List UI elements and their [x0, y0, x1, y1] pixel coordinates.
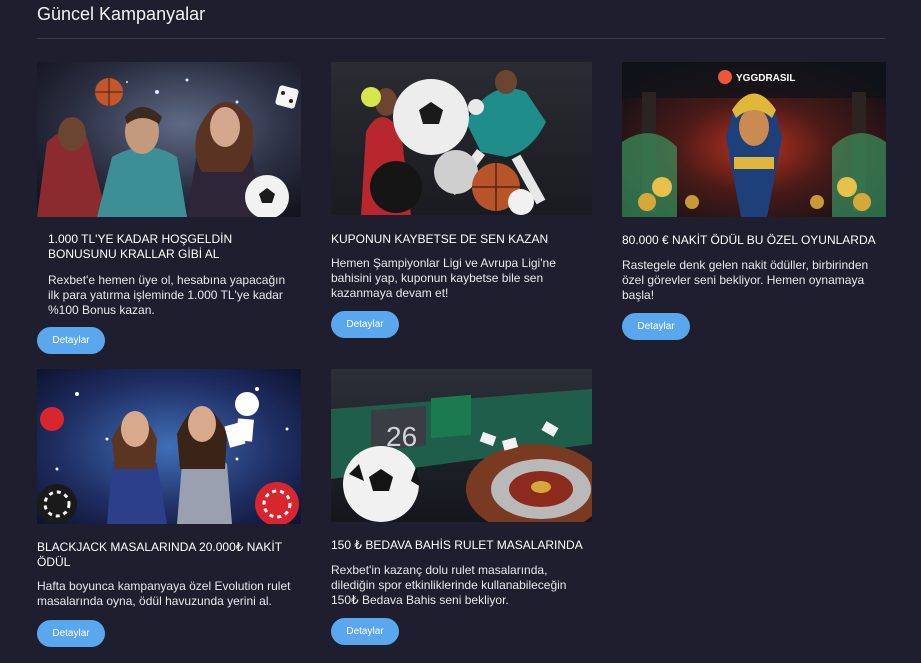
- promo-card-roulette: 26 150 ₺ BEDAVA BAHİS RULET MASALARINDA …: [331, 369, 592, 659]
- details-button[interactable]: Detaylar: [37, 327, 105, 354]
- promo-description: Rexbet'e hemen üye ol, hesabına yapacağı…: [48, 273, 286, 317]
- promo-card-cash-prize: YGGDRASIL 80.000 € NAKİT ÖDÜL BU ÖZEL OY…: [622, 62, 886, 362]
- page-title: Güncel Kampanyalar: [37, 4, 206, 24]
- promo-title: KUPONUN KAYBETSE DE SEN KAZAN: [331, 232, 549, 246]
- details-button[interactable]: Detaylar: [622, 313, 690, 340]
- promo-title: 1.000 TL'YE KADAR HOŞGELDİN BONUSUNU KRA…: [48, 232, 233, 261]
- promo-card-welcome-bonus: 1.000 TL'YE KADAR HOŞGELDİN BONUSUNU KRA…: [37, 62, 301, 362]
- header-divider: [37, 38, 885, 39]
- yggdrasil-logo-text: YGGDRASIL: [736, 73, 795, 84]
- promo-title: BLACKJACK MASALARINDA 20.000₺ NAKİT ÖDÜL: [37, 540, 282, 569]
- promo-description: Hemen Şampiyonlar Ligi ve Avrupa Ligi'ne…: [331, 256, 556, 300]
- promo-description: Rexbet'in kazanç dolu rulet masalarında,…: [331, 563, 567, 607]
- promo-card-blackjack: BLACKJACK MASALARINDA 20.000₺ NAKİT ÖDÜL…: [37, 369, 301, 659]
- details-button[interactable]: Detaylar: [37, 620, 105, 647]
- promo-title: 150 ₺ BEDAVA BAHİS RULET MASALARINDA: [331, 538, 583, 552]
- promo-image-roulette[interactable]: 26: [331, 369, 592, 522]
- promo-image-blackjack[interactable]: [37, 369, 301, 524]
- promo-image-welcome-bonus[interactable]: [37, 62, 301, 217]
- promo-description: Rastegele denk gelen nakit ödüller, birb…: [622, 258, 869, 302]
- promo-image-lose-coupon[interactable]: [331, 62, 592, 215]
- yggdrasil-logo: YGGDRASIL: [718, 70, 795, 84]
- details-button[interactable]: Detaylar: [331, 311, 399, 338]
- promo-description: Hafta boyunca kampanyaya özel Evolution …: [37, 579, 291, 608]
- details-button[interactable]: Detaylar: [331, 618, 399, 645]
- promo-image-cash-prize[interactable]: YGGDRASIL: [622, 62, 886, 217]
- promo-title: 80.000 € NAKİT ÖDÜL BU ÖZEL OYUNLARDA: [622, 233, 876, 247]
- promo-card-lose-coupon: KUPONUN KAYBETSE DE SEN KAZAN Hemen Şamp…: [331, 62, 592, 362]
